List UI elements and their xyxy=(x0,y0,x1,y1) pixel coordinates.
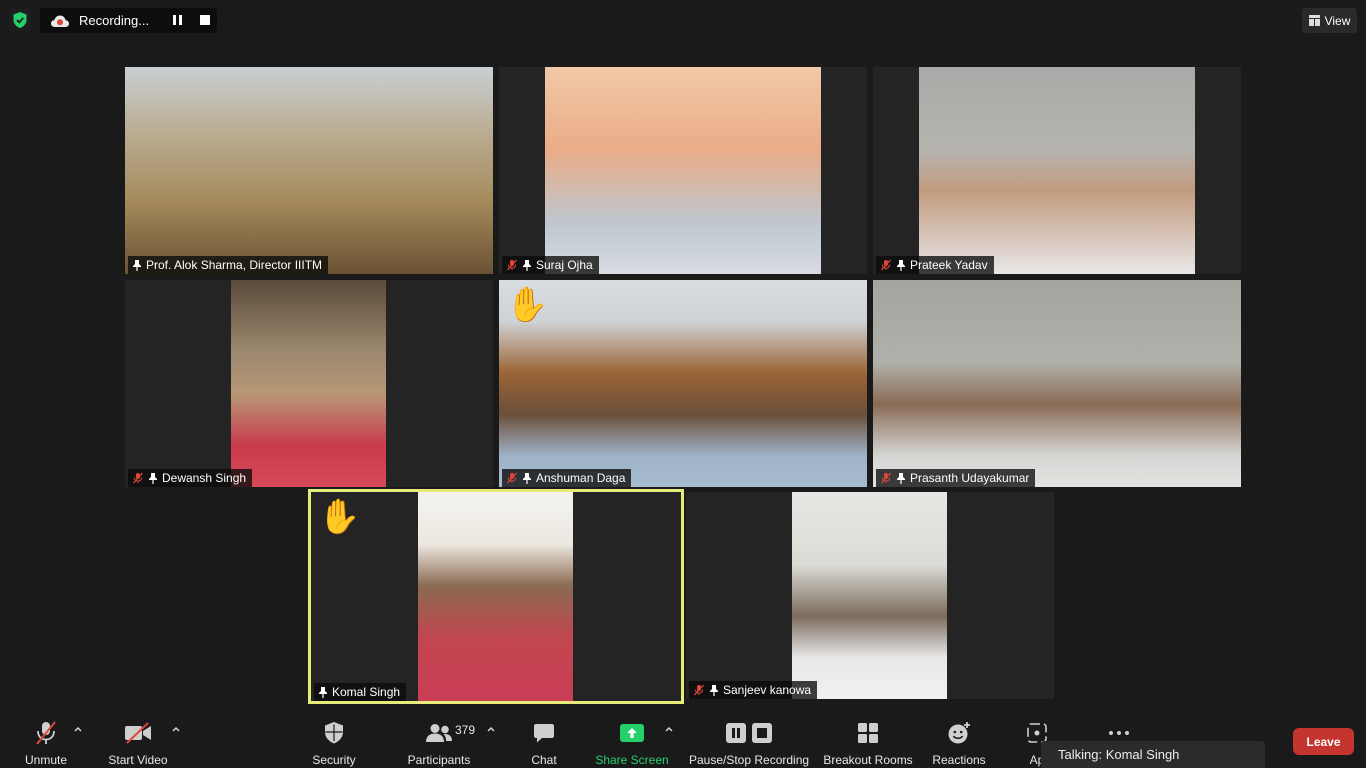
participant-name-tag: Suraj Ojha xyxy=(502,256,599,274)
participant-name-tag: Dewansh Singh xyxy=(128,469,253,487)
participant-name: Suraj Ojha xyxy=(536,258,593,272)
participant-name-tag: Prateek Yadav xyxy=(876,256,994,274)
shield-icon xyxy=(325,722,343,744)
participant-video xyxy=(125,67,493,274)
security-shield-icon[interactable] xyxy=(9,9,31,31)
unmute-label: Unmute xyxy=(24,753,68,767)
participant-video xyxy=(792,492,947,699)
pin-icon xyxy=(133,260,141,271)
video-tile[interactable]: ✋ Anshuman Daga xyxy=(499,280,867,487)
smiley-plus-icon xyxy=(948,722,970,744)
talking-indicator: Talking: Komal Singh xyxy=(1041,741,1265,768)
participants-count: 379 xyxy=(455,723,476,737)
muted-mic-icon xyxy=(36,721,56,745)
pin-icon xyxy=(523,260,531,271)
pin-icon xyxy=(897,260,905,271)
participants-icon xyxy=(426,724,452,742)
participant-video xyxy=(545,67,821,274)
breakout-rooms-label: Breakout Rooms xyxy=(823,753,913,767)
share-screen-icon xyxy=(620,724,644,742)
video-off-icon xyxy=(125,722,151,744)
participant-name: Prasanth Udayakumar xyxy=(910,471,1030,485)
view-button[interactable]: View xyxy=(1302,8,1357,33)
pause-stop-icon xyxy=(726,723,772,743)
participant-name-tag: Komal Singh xyxy=(314,683,407,701)
video-tile[interactable]: Prateek Yadav xyxy=(873,67,1241,274)
reactions-label: Reactions xyxy=(932,753,986,767)
participant-name-tag: Sanjeev kanowa xyxy=(689,681,818,699)
video-tile[interactable]: Dewansh Singh xyxy=(125,280,493,487)
chevron-up-icon[interactable] xyxy=(486,724,496,734)
pause-stop-recording-label: Pause/Stop Recording xyxy=(688,753,810,767)
stop-recording-button[interactable] xyxy=(200,15,210,25)
video-tile[interactable]: Prasanth Udayakumar xyxy=(873,280,1241,487)
participant-video xyxy=(499,280,867,487)
start-video-button[interactable]: Start Video xyxy=(108,720,168,767)
participant-video xyxy=(418,492,573,701)
recording-indicator: Recording... xyxy=(40,8,217,33)
leave-button[interactable]: Leave xyxy=(1293,728,1354,755)
unmute-button[interactable]: Unmute xyxy=(23,720,69,767)
pause-stop-recording-button[interactable]: Pause/Stop Recording xyxy=(688,720,810,767)
grid-view-icon xyxy=(1308,15,1320,26)
participant-video xyxy=(231,280,386,487)
muted-mic-icon xyxy=(133,472,143,484)
muted-mic-icon xyxy=(507,472,517,484)
participant-name: Prof. Alok Sharma, Director IIITM xyxy=(146,258,323,272)
video-tile[interactable]: Prof. Alok Sharma, Director IIITM xyxy=(125,67,493,274)
chat-button[interactable]: Chat xyxy=(529,720,559,767)
participant-video xyxy=(873,280,1241,487)
participant-name: Anshuman Daga xyxy=(536,471,626,485)
view-label: View xyxy=(1324,13,1351,28)
video-tile[interactable]: Sanjeev kanowa xyxy=(686,492,1054,699)
muted-mic-icon xyxy=(881,259,891,271)
pin-icon xyxy=(897,473,905,484)
share-screen-button[interactable]: Share Screen xyxy=(595,720,669,767)
participant-name: Sanjeev kanowa xyxy=(723,683,812,697)
start-video-label: Start Video xyxy=(108,753,168,767)
recording-label: Recording... xyxy=(79,13,150,28)
muted-mic-icon xyxy=(694,684,704,696)
pin-icon xyxy=(710,685,718,696)
chevron-up-icon[interactable] xyxy=(171,724,181,734)
chat-bubble-icon xyxy=(534,724,554,743)
participants-label: Participants xyxy=(407,753,471,767)
raised-hand-icon: ✋ xyxy=(506,286,549,324)
participant-name: Komal Singh xyxy=(332,685,401,699)
breakout-rooms-button[interactable]: Breakout Rooms xyxy=(823,720,913,767)
cloud-recording-icon xyxy=(51,15,69,27)
participant-name-tag: Anshuman Daga xyxy=(502,469,632,487)
raised-hand-icon: ✋ xyxy=(318,498,361,536)
breakout-rooms-icon xyxy=(858,723,878,743)
muted-mic-icon xyxy=(507,259,517,271)
chat-label: Chat xyxy=(531,753,557,767)
participant-name-tag: Prasanth Udayakumar xyxy=(876,469,1036,487)
participant-name: Dewansh Singh xyxy=(162,471,247,485)
share-screen-label: Share Screen xyxy=(595,753,669,767)
chevron-up-icon[interactable] xyxy=(73,724,83,734)
participant-video xyxy=(919,67,1195,274)
pin-icon xyxy=(149,473,157,484)
pin-icon xyxy=(319,687,327,698)
video-tile[interactable]: ✋ Komal Singh xyxy=(311,492,681,701)
security-button[interactable]: Security xyxy=(311,720,357,767)
participant-name: Prateek Yadav xyxy=(910,258,988,272)
chevron-up-icon[interactable] xyxy=(664,724,674,734)
muted-mic-icon xyxy=(881,472,891,484)
pin-icon xyxy=(523,473,531,484)
reactions-button[interactable]: Reactions xyxy=(932,720,986,767)
video-tile[interactable]: Suraj Ojha xyxy=(499,67,867,274)
participant-name-tag: Prof. Alok Sharma, Director IIITM xyxy=(128,256,329,274)
more-dots-icon xyxy=(1109,731,1129,735)
pause-recording-button[interactable] xyxy=(171,14,183,26)
security-label: Security xyxy=(312,753,356,767)
